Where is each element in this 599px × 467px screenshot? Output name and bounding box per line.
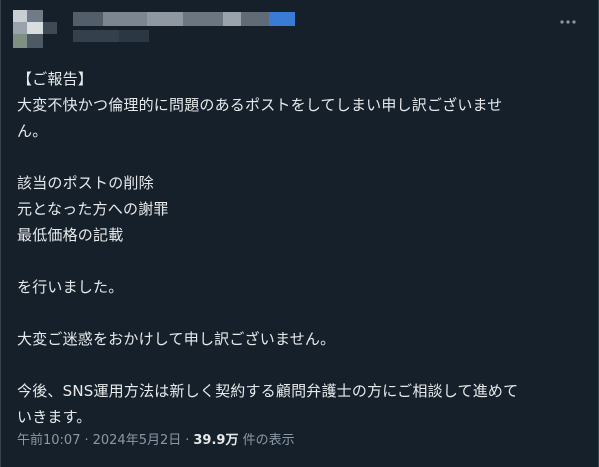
post-text-line: 該当のポストの削除 xyxy=(17,174,154,192)
post-date-link[interactable]: 2024年5月2日 xyxy=(93,433,182,448)
post-text-line xyxy=(17,248,585,274)
post-text-line xyxy=(17,352,585,378)
censored-avatar[interactable] xyxy=(13,10,27,22)
censored-block xyxy=(183,12,223,26)
censored-display-name[interactable] xyxy=(73,12,103,26)
post-metadata: 午前10:07 · 2024年5月2日 · 39.9万 件の表示 xyxy=(17,432,295,450)
views-count: 39.9万 xyxy=(193,433,239,448)
censored-block xyxy=(27,10,43,22)
censored-block xyxy=(147,12,183,26)
censored-block xyxy=(13,34,27,48)
separator: · xyxy=(185,433,190,448)
more-options-button[interactable] xyxy=(554,10,582,34)
post-text-line xyxy=(17,300,585,326)
post-text-line: 最低価格の記載 xyxy=(17,226,124,244)
post-text-line: ん。 xyxy=(17,122,48,140)
censored-badge xyxy=(269,12,295,26)
post-card: 【ご報告】 大変不快かつ倫理的に問題のあるポストをしてしまい申し訳ございませ ん… xyxy=(0,0,599,467)
censored-block xyxy=(27,34,43,48)
post-text-line: を行いました。 xyxy=(17,278,124,296)
censored-block xyxy=(103,12,147,26)
post-text-line xyxy=(17,144,585,170)
censored-block xyxy=(119,30,149,42)
views-label: 件の表示 xyxy=(242,433,295,448)
post-timestamp-link[interactable]: 午前10:07 xyxy=(17,433,80,448)
post-text-line: 【ご報告】 xyxy=(17,70,94,88)
post-time: 午前10:07 xyxy=(17,433,81,448)
post-text-line: 元となった方への謝罪 xyxy=(17,200,169,218)
censored-block xyxy=(27,22,43,34)
post-text-line: 今後、SNS運用方法は新しく契約する顧問弁護士の方にご相談して進めて xyxy=(17,382,519,400)
post-text-line: 大変ご迷惑をおかけして申し訳ございません。 xyxy=(17,330,336,348)
post-text: 【ご報告】 大変不快かつ倫理的に問題のあるポストをしてしまい申し訳ございませ ん… xyxy=(17,66,585,430)
censored-block xyxy=(223,12,241,26)
post-date: 2024年5月2日 xyxy=(92,433,182,448)
separator: · xyxy=(84,433,89,448)
censored-block xyxy=(241,12,269,26)
censored-block xyxy=(43,22,57,34)
more-horizontal-icon xyxy=(560,20,576,24)
censored-author-header xyxy=(1,0,561,60)
censored-handle[interactable] xyxy=(73,30,119,42)
post-text-line: 大変不快かつ倫理的に問題のあるポストをしてしまい申し訳ございませ xyxy=(17,96,503,114)
post-text-line: いきます。 xyxy=(17,408,92,426)
censored-block xyxy=(13,22,27,34)
